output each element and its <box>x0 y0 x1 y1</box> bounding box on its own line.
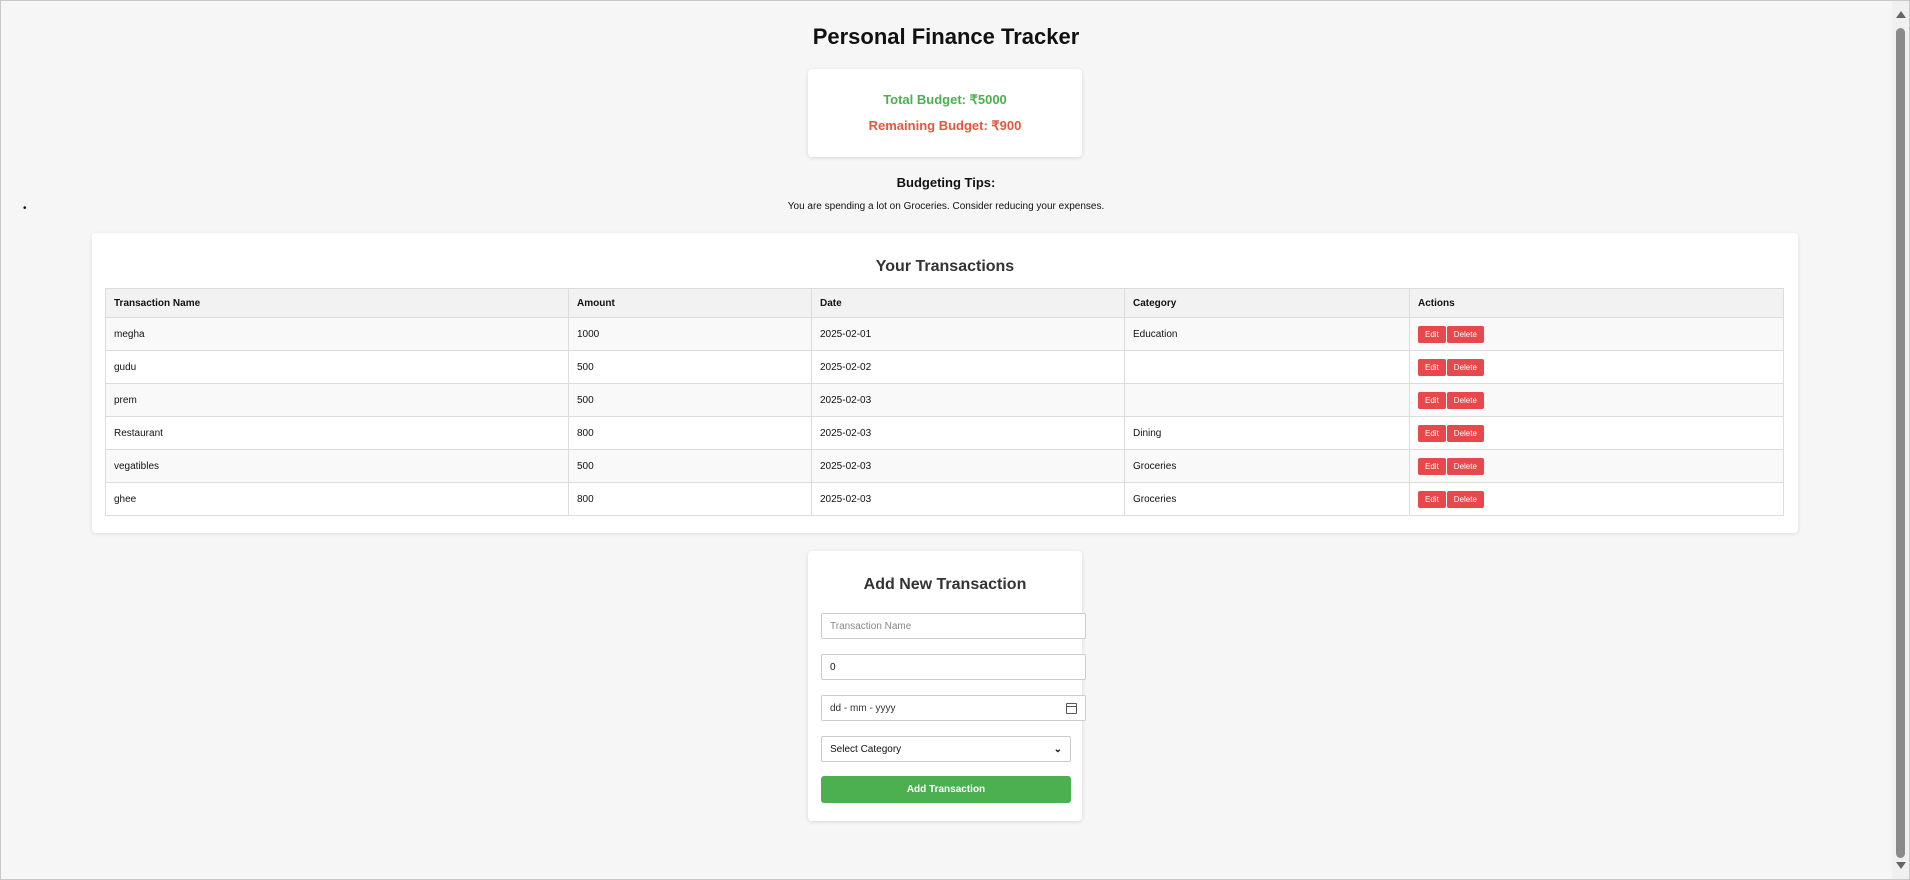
cell-date: 2025-02-03 <box>811 449 1125 483</box>
total-budget: Total Budget: ₹5000 <box>883 92 1007 107</box>
table-row: megha 1000 2025-02-01 Education Edit Dele… <box>105 317 1784 351</box>
category-selected: Select Category <box>830 743 902 755</box>
transactions-table: Transaction Name Amount Date Category Ac… <box>105 288 1784 516</box>
edit-button[interactable]: Edit <box>1418 424 1446 442</box>
add-transaction-heading: Add New Transaction <box>863 576 1027 593</box>
cell-actions: Edit Delete <box>1409 350 1784 384</box>
cell-amount: 1000 <box>568 317 812 351</box>
cell-amount: 500 <box>568 350 812 384</box>
cell-category: Groceries <box>1124 482 1410 516</box>
cell-name: Restaurant <box>105 416 569 450</box>
column-header-name: Transaction Name <box>105 288 569 318</box>
scroll-down-icon[interactable] <box>1896 862 1906 869</box>
column-header-date: Date <box>811 288 1125 318</box>
cell-date: 2025-02-02 <box>811 350 1125 384</box>
cell-date: 2025-02-03 <box>811 482 1125 516</box>
cell-name: megha <box>105 317 569 351</box>
scrollbar-thumb[interactable] <box>1896 28 1905 858</box>
cell-category <box>1124 383 1410 417</box>
cell-actions: Edit Delete <box>1409 416 1784 450</box>
calendar-icon[interactable] <box>1066 702 1077 714</box>
cell-name: vegatibles <box>105 449 569 483</box>
cell-name: ghee <box>105 482 569 516</box>
category-select[interactable]: Select Category ⌄ <box>821 736 1071 762</box>
edit-button[interactable]: Edit <box>1418 391 1446 409</box>
cell-date: 2025-02-01 <box>811 317 1125 351</box>
transaction-name-placeholder: Transaction Name <box>830 620 912 632</box>
cell-actions: Edit Delete <box>1409 482 1784 516</box>
table-row: Restaurant 800 2025-02-03 Dining Edit Del… <box>105 416 1784 450</box>
cell-amount: 800 <box>568 416 812 450</box>
table-row: prem 500 2025-02-03 Edit Delete <box>105 383 1784 417</box>
budgeting-tips-heading: Budgeting Tips: <box>896 175 996 190</box>
table-row: ghee 800 2025-02-03 Groceries Edit Delete <box>105 482 1784 516</box>
column-header-category: Category <box>1124 288 1410 318</box>
cell-category: Education <box>1124 317 1410 351</box>
cell-date: 2025-02-03 <box>811 383 1125 417</box>
delete-button[interactable]: Delete <box>1446 490 1484 508</box>
budget-summary-card: Total Budget: ₹5000 Remaining Budget: ₹9… <box>808 69 1082 157</box>
cell-actions: Edit Delete <box>1409 449 1784 483</box>
table-row: vegatibles 500 2025-02-03 Groceries Edit… <box>105 449 1784 483</box>
add-transaction-form: Add New Transaction Transaction Name 0 d… <box>808 551 1086 821</box>
cell-category: Groceries <box>1124 449 1410 483</box>
transactions-heading: Your Transactions <box>875 258 1015 275</box>
table-header-row: Transaction Name Amount Date Category Ac… <box>105 288 1784 318</box>
cell-actions: Edit Delete <box>1409 317 1784 351</box>
cell-amount: 500 <box>568 383 812 417</box>
budgeting-tip: You are spending a lot on Groceries. Con… <box>787 201 1105 212</box>
date-placeholder: dd - mm - yyyy <box>830 702 896 714</box>
delete-button[interactable]: Delete <box>1446 391 1484 409</box>
transaction-name-input[interactable]: Transaction Name <box>821 613 1086 639</box>
cell-name: gudu <box>105 350 569 384</box>
amount-value: 0 <box>830 661 836 673</box>
cell-amount: 500 <box>568 449 812 483</box>
table-row: gudu 500 2025-02-02 Edit Delete <box>105 350 1784 384</box>
remaining-budget: Remaining Budget: ₹900 <box>868 118 1022 133</box>
cell-category: Dining <box>1124 416 1410 450</box>
column-header-actions: Actions <box>1409 288 1784 318</box>
cell-amount: 800 <box>568 482 812 516</box>
chevron-down-icon: ⌄ <box>1053 743 1062 755</box>
cell-date: 2025-02-03 <box>811 416 1125 450</box>
cell-actions: Edit Delete <box>1409 383 1784 417</box>
vertical-scrollbar[interactable] <box>1892 1 1909 879</box>
transactions-card: Your Transactions Transaction Name Amoun… <box>92 233 1798 533</box>
edit-button[interactable]: Edit <box>1418 490 1446 508</box>
delete-button[interactable]: Delete <box>1446 358 1484 376</box>
cell-name: prem <box>105 383 569 417</box>
page-title: Personal Finance Tracker <box>812 24 1080 49</box>
cell-category <box>1124 350 1410 384</box>
delete-button[interactable]: Delete <box>1446 325 1484 343</box>
delete-button[interactable]: Delete <box>1446 457 1484 475</box>
page: Personal Finance Tracker Total Budget: ₹… <box>0 0 1892 880</box>
column-header-amount: Amount <box>568 288 812 318</box>
edit-button[interactable]: Edit <box>1418 325 1446 343</box>
amount-input[interactable]: 0 <box>821 654 1086 680</box>
edit-button[interactable]: Edit <box>1418 457 1446 475</box>
edit-button[interactable]: Edit <box>1418 358 1446 376</box>
add-transaction-button[interactable]: Add Transaction <box>821 776 1071 803</box>
delete-button[interactable]: Delete <box>1446 424 1484 442</box>
scroll-up-icon[interactable] <box>1896 11 1906 18</box>
date-input[interactable]: dd - mm - yyyy <box>821 695 1086 721</box>
